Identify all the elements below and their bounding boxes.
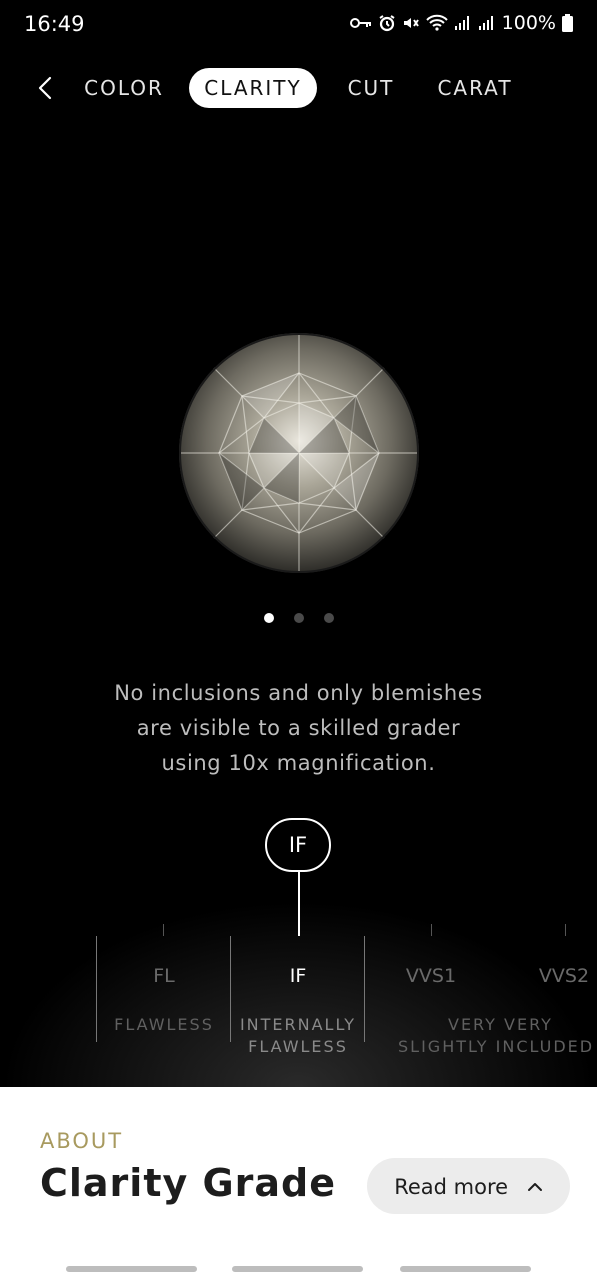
grade-vvs2[interactable]: VVS2 — [514, 965, 597, 987]
status-time: 16:49 — [24, 12, 85, 36]
back-button[interactable] — [30, 72, 62, 104]
attribute-tabs: COLOR CLARITY CUT CARAT — [0, 66, 597, 110]
battery-percent: 100% — [501, 12, 556, 34]
grade-if-name: INTERNALLY FLAWLESS — [239, 1015, 357, 1056]
grade-if[interactable]: IF — [248, 965, 348, 987]
mute-icon — [403, 18, 419, 28]
tab-carat[interactable]: CARAT — [426, 68, 524, 108]
nav-gesture-bar[interactable] — [232, 1266, 363, 1272]
tab-clarity[interactable]: CLARITY — [189, 68, 317, 108]
signal-icon — [478, 16, 493, 30]
diamond-illustration — [179, 333, 419, 573]
key-icon — [349, 18, 371, 28]
description-line-2: are visible to a skilled grader — [136, 716, 461, 740]
read-more-button[interactable]: Read more — [367, 1158, 570, 1214]
carousel-indicator — [258, 612, 338, 624]
alarm-icon — [379, 15, 395, 32]
chevron-up-icon — [527, 1183, 542, 1191]
nav-gesture-bar[interactable] — [400, 1266, 531, 1272]
signal-icon — [454, 16, 469, 30]
scale-tick — [565, 924, 566, 936]
grade-fl-name: FLAWLESS — [114, 1015, 214, 1034]
carousel-dot-2[interactable] — [294, 613, 304, 623]
tab-cut[interactable]: CUT — [336, 68, 406, 108]
wifi-icon — [425, 14, 448, 31]
scale-divider — [96, 936, 97, 1042]
carousel-dot-1[interactable] — [264, 613, 274, 623]
tab-color[interactable]: COLOR — [76, 68, 172, 108]
scale-tick — [163, 924, 164, 936]
selected-grade-indicator: IF — [265, 818, 331, 872]
description-line-1: No inclusions and only blemishes — [114, 681, 483, 705]
about-card: ABOUT Clarity Grade Read more — [0, 1087, 597, 1280]
read-more-label: Read more — [394, 1175, 509, 1199]
selected-grade-stem — [298, 870, 300, 936]
scale-tick — [431, 924, 432, 936]
chevron-left-icon — [38, 76, 52, 100]
grade-description: No inclusions and only blemishes are vis… — [60, 676, 537, 781]
status-icons: 100% — [349, 12, 573, 34]
carousel-dot-3[interactable] — [324, 613, 334, 623]
about-kicker: ABOUT — [40, 1129, 124, 1153]
grade-vvs1-name: VERY VERY SLIGHTLY INCLUDED — [398, 1015, 595, 1056]
diamond-image[interactable] — [179, 333, 419, 573]
grade-fl[interactable]: FL — [114, 965, 214, 987]
status-bar: 16:49 100% — [0, 0, 597, 52]
about-title: Clarity Grade — [40, 1161, 337, 1205]
grade-vvs1[interactable]: VVS1 — [381, 965, 481, 987]
description-line-3: using 10x magnification. — [161, 751, 436, 775]
scale-divider — [364, 936, 365, 1042]
scale-divider — [230, 936, 231, 1042]
battery-icon — [562, 14, 573, 32]
nav-gesture-bar[interactable] — [66, 1266, 197, 1272]
